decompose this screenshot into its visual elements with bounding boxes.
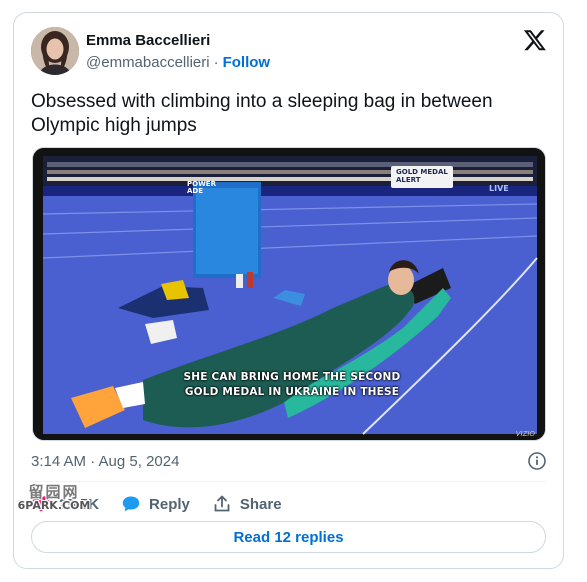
divider — [31, 481, 546, 482]
watermark: 留园网 6PARK.COM — [12, 484, 96, 512]
info-icon[interactable] — [527, 451, 547, 471]
watermark-top: 留园网 — [28, 483, 80, 501]
share-label: Share — [239, 495, 282, 513]
reply-label: Reply — [149, 495, 190, 513]
read-replies-button[interactable]: Read 12 replies — [31, 521, 546, 553]
share-button[interactable]: Share — [212, 494, 282, 514]
avatar[interactable] — [31, 27, 79, 75]
watermark-bottom: 6PARK.COM — [17, 499, 91, 512]
author-name[interactable]: Emma Baccellieri — [86, 32, 210, 49]
caption-line1: SHE CAN BRING HOME THE SECOND — [183, 371, 401, 383]
broadcast-caption: SHE CAN BRING HOME THE SECOND GOLD MEDAL… — [179, 370, 405, 400]
badge-line1: GOLD MEDAL — [396, 168, 448, 176]
bottle-label: POWER ADE — [187, 181, 216, 195]
tweet-timestamp[interactable]: 3:14 AM · Aug 5, 2024 — [31, 453, 179, 470]
follow-button[interactable]: Follow — [223, 54, 271, 71]
share-icon — [214, 495, 230, 512]
tv-brand: VIZIO — [515, 430, 535, 438]
tweet-media[interactable]: POWER ADE GOLD MEDAL ALERT LIVE SHE CAN … — [32, 147, 546, 441]
x-logo-icon[interactable] — [523, 28, 547, 52]
tweet-text: Obsessed with climbing into a sleeping b… — [31, 91, 493, 136]
caption-line2: GOLD MEDAL IN UKRAINE IN THESE — [184, 386, 400, 398]
gold-medal-alert-badge: GOLD MEDAL ALERT — [391, 166, 453, 188]
author-handle-row: @emmabaccellieri · Follow — [86, 54, 270, 71]
live-label: LIVE — [489, 184, 509, 193]
avatar-image — [31, 27, 79, 75]
reply-button[interactable]: Reply — [121, 494, 190, 514]
author-handle[interactable]: @emmabaccellieri — [86, 54, 210, 71]
bottle-label-line2: ADE — [187, 187, 204, 195]
separator-dot: · — [213, 54, 219, 71]
reply-bubble-icon — [122, 496, 140, 512]
badge-line2: ALERT — [396, 176, 421, 184]
